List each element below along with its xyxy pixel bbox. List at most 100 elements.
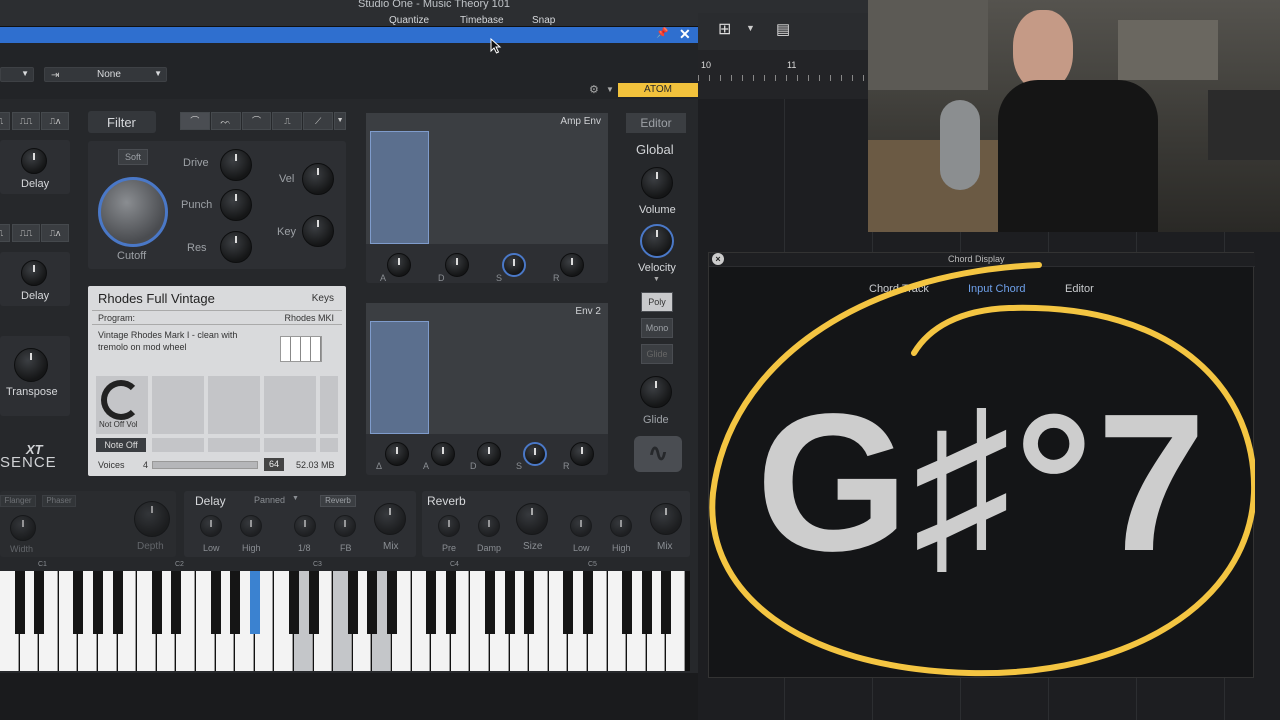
reverb-mix-knob[interactable] [650,503,682,535]
piano-black-key[interactable] [661,571,672,634]
chevron-down-icon[interactable]: ▼ [606,85,614,94]
macro-btn-5[interactable] [320,438,338,452]
delay-mix-knob[interactable] [374,503,406,535]
amp-attack-knob[interactable] [387,253,411,277]
cutoff-knob[interactable] [98,177,168,247]
width-knob[interactable] [10,515,36,541]
timebase-menu[interactable]: Timebase [460,15,504,26]
delay-knob-2[interactable] [21,260,47,286]
piano-black-key[interactable] [583,571,593,634]
piano-black-key[interactable] [34,571,45,634]
piano-black-key[interactable] [73,571,84,634]
reverb-pre-knob[interactable] [438,515,460,537]
piano-black-key[interactable] [210,571,221,634]
res-knob[interactable] [220,231,252,263]
piano-black-key[interactable] [230,571,241,634]
note-off-button[interactable]: Note Off [96,438,146,452]
poly-button[interactable]: Poly [641,292,673,312]
note-off-vol-knob[interactable] [101,380,141,420]
flanger-button[interactable]: Flanger [0,495,36,507]
film-icon[interactable]: ▤ [776,20,790,38]
drive-knob[interactable] [220,149,252,181]
chevron-down-icon[interactable]: ▼ [746,23,755,33]
glide-button[interactable]: Glide [641,344,673,364]
reverb-high-knob[interactable] [610,515,632,537]
piano-black-key[interactable] [93,571,103,634]
piano-black-key[interactable] [641,571,652,634]
amp-env-graph[interactable]: Amp Env [366,113,608,244]
atom-badge[interactable]: ATOM [618,83,698,97]
phaser-button[interactable]: Phaser [42,495,76,507]
piano-keyboard[interactable] [0,571,690,671]
piano-black-key[interactable] [289,571,299,634]
delay-time-knob[interactable] [294,515,316,537]
piano-black-key[interactable] [308,571,319,634]
glide-knob[interactable] [640,376,672,408]
amp-release-knob[interactable] [560,253,584,277]
routing-dropdown[interactable]: ⇥ None ▼ [44,67,167,82]
piano-black-key[interactable] [151,571,162,634]
piano-black-key[interactable] [112,571,123,634]
reverb-low-knob[interactable] [570,515,592,537]
delay-high-knob[interactable] [240,515,262,537]
amp-decay-knob[interactable] [445,253,469,277]
macro-pad-5[interactable] [320,376,338,434]
piano-black-key[interactable] [426,571,437,634]
macro-pad-3[interactable] [208,376,260,434]
pin-icon[interactable]: 📌 [656,28,668,40]
wave-button-1[interactable]: ⎍ [0,112,10,130]
piano-black-key[interactable] [171,571,182,634]
piano-black-key[interactable] [347,571,358,634]
editor-tab[interactable]: Editor [626,113,686,133]
chevron-down-icon[interactable]: ▼ [334,112,346,130]
chevron-down-icon[interactable]: ▼ [292,495,299,502]
vel-knob[interactable] [302,163,334,195]
grid-view-icon[interactable]: ⊞ [718,19,740,41]
env2-delta-knob[interactable] [385,442,409,466]
delay-fb-knob[interactable] [334,515,356,537]
volume-knob[interactable] [641,167,673,199]
quantize-menu[interactable]: Quantize [389,15,429,26]
velocity-knob[interactable] [640,224,674,258]
piano-black-key[interactable] [14,571,25,634]
voices-slider[interactable] [152,461,258,469]
env2-attack-knob[interactable] [431,442,455,466]
reverb-send-button[interactable]: Reverb [320,495,356,507]
soft-button[interactable]: Soft [118,149,148,165]
wave-button-2[interactable]: ⎍⎍ [12,112,40,130]
delay-knob-1[interactable] [21,148,47,174]
env2-decay-knob[interactable] [477,442,501,466]
key-knob[interactable] [302,215,334,247]
amp-sustain-knob[interactable] [502,253,526,277]
reverb-size-knob[interactable] [516,503,548,535]
filter-highpass-button[interactable]: ⟋ [303,112,334,130]
snap-menu[interactable]: Snap [532,15,555,26]
wave-button-6[interactable]: ⎍ᴧ [41,224,69,242]
wave-button-4[interactable]: ⎍ [0,224,10,242]
piano-black-key[interactable] [485,571,495,634]
macro-btn-4[interactable] [264,438,316,452]
macro-btn-2[interactable] [152,438,204,452]
env2-sustain-knob[interactable] [523,442,547,466]
filter-bandpass-button[interactable]: ⌒ [241,112,272,130]
piano-black-key[interactable] [249,571,260,634]
env2-graph[interactable]: Env 2 [366,303,608,434]
macro-pad-1[interactable]: Not Off Vol [96,376,148,434]
filter-peak-button[interactable]: ᨓ [210,112,241,130]
macro-pad-4[interactable] [264,376,316,434]
mono-button[interactable]: Mono [641,318,673,338]
plugin-titlebar[interactable] [0,27,698,43]
filter-lowpass-button[interactable]: ⌒ [180,112,210,130]
piano-black-key[interactable] [367,571,378,634]
macro-btn-3[interactable] [208,438,260,452]
filter-notch-button[interactable]: ⎍ [272,112,303,130]
reverb-damp-knob[interactable] [478,515,500,537]
piano-black-key[interactable] [387,571,397,634]
close-icon[interactable]: ✕ [679,26,691,43]
wave-button-5[interactable]: ⎍⎍ [12,224,40,242]
depth-knob[interactable] [134,501,170,537]
piano-black-key[interactable] [504,571,515,634]
piano-black-key[interactable] [563,571,574,634]
wave-button-3[interactable]: ⎍ᴧ [41,112,69,130]
punch-knob[interactable] [220,189,252,221]
